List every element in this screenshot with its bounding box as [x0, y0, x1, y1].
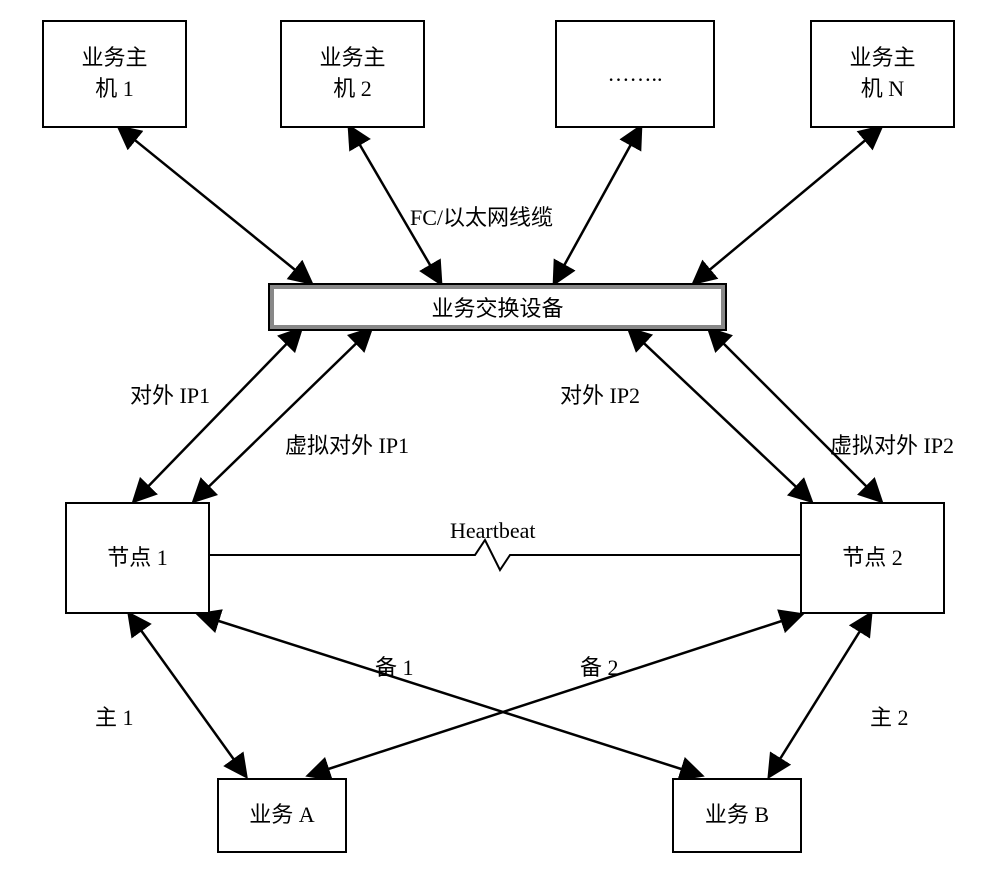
virtual-ip1-label: 虚拟对外 IP1	[285, 428, 409, 460]
node-box-1: 节点 1	[65, 502, 210, 614]
external-ip2-label: 对外 IP2	[560, 378, 640, 410]
backup2-label: 备 2	[580, 650, 619, 682]
host-box-2: 业务主 机 2	[280, 20, 425, 128]
service-box-b: 业务 B	[672, 778, 802, 853]
heartbeat-label: Heartbeat	[450, 518, 536, 544]
backup1-label: 备 1	[375, 650, 414, 682]
node-box-2: 节点 2	[800, 502, 945, 614]
host-box-ellipsis: ……..	[555, 20, 715, 128]
primary1-label: 主 1	[95, 700, 134, 732]
host-box-n: 业务主 机 N	[810, 20, 955, 128]
host-box-1: 业务主 机 1	[42, 20, 187, 128]
external-ip1-label: 对外 IP1	[130, 378, 210, 410]
virtual-ip2-label: 虚拟对外 IP2	[830, 428, 954, 460]
cable-label: FC/以太网线缆	[410, 200, 553, 232]
service-box-a: 业务 A	[217, 778, 347, 853]
switch-box: 业务交换设备	[270, 285, 725, 329]
primary2-label: 主 2	[870, 700, 909, 732]
